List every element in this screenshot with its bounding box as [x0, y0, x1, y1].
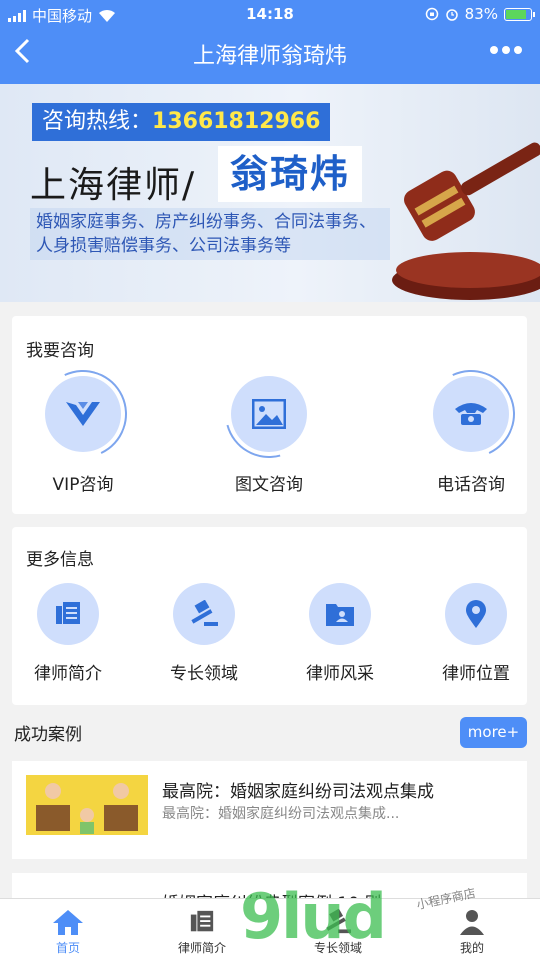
case-thumbnail: [26, 775, 148, 835]
lawyer-style-label: 律师风采: [306, 664, 374, 684]
lock-rotation-icon: [425, 7, 438, 21]
lawyer-intro-label: 律师简介: [34, 664, 102, 684]
banner-lawyer-name: 翁琦炜: [218, 146, 363, 202]
case-title: 最高院：婚姻家庭纠纷司法观点集成: [162, 782, 434, 802]
status-bar: 中国移动 14:18 83%: [0, 0, 540, 28]
vip-consult-button[interactable]: VIP咨询: [26, 357, 140, 495]
lawyer-location-button[interactable]: 律师位置: [426, 583, 526, 684]
top-bar: 中国移动 14:18 83% 上海律师翁琦炜: [0, 0, 540, 84]
more-info-card: 更多信息 律师简介 专长领域 律师风采 律师位置: [12, 527, 527, 705]
consult-card: 我要咨询 VIP咨询 图文咨询 电话咨询: [12, 316, 528, 514]
lawyer-location-label: 律师位置: [442, 664, 510, 684]
image-consult-label: 图文咨询: [235, 475, 303, 495]
tab-mine-label: 我的: [459, 941, 484, 955]
expertise-label: 专长领域: [170, 664, 238, 684]
cases-more-button[interactable]: more+: [460, 717, 527, 748]
expertise-button[interactable]: 专长领域: [154, 583, 254, 684]
alarm-icon: [445, 9, 458, 21]
case-summary: 最高院：婚姻家庭纠纷司法观点集成...: [162, 806, 400, 822]
cases-title: 成功案例: [14, 725, 82, 745]
tab-home[interactable]: 首页: [18, 905, 118, 956]
document-icon: [190, 910, 214, 932]
tab-mine[interactable]: 我的: [422, 905, 522, 956]
case-item[interactable]: 最高院：婚姻家庭纠纷司法观点集成 最高院：婚姻家庭纠纷司法观点集成...: [12, 761, 527, 859]
home-icon: [53, 910, 83, 935]
location-icon: [466, 600, 486, 628]
battery-icon: [504, 7, 535, 21]
hotline-label: 咨询热线：: [42, 109, 153, 134]
banner-carousel[interactable]: 咨询热线：13661812966 上海律师/ 翁琦炜 婚姻家庭事务、房产纠纷事务…: [0, 84, 540, 302]
hotline-badge: 咨询热线：13661812966: [32, 103, 331, 141]
page-title: 上海律师翁琦炜: [192, 44, 347, 69]
lawyer-style-button[interactable]: 律师风采: [290, 583, 390, 684]
watermark-logo: 9lud: [240, 880, 387, 953]
more-info-title: 更多信息: [26, 550, 94, 570]
vip-consult-label: VIP咨询: [52, 475, 114, 495]
battery-text: 83%: [464, 5, 498, 23]
hotline-number: 13661812966: [152, 109, 321, 134]
tab-lawyer-intro-label: 律师简介: [177, 941, 226, 955]
tab-lawyer-intro[interactable]: 律师简介: [152, 905, 252, 956]
gavel-illustration: [392, 142, 540, 300]
more-menu-button[interactable]: [490, 46, 522, 54]
banner-description: 婚姻家庭事务、房产纠纷事务、合同法事务、人身损害赔偿事务、公司法事务等: [30, 208, 390, 260]
phone-consult-button[interactable]: 电话咨询: [414, 357, 528, 495]
tab-home-label: 首页: [55, 941, 80, 955]
gavel-icon: [191, 600, 218, 626]
banner-title: 上海律师/: [30, 165, 197, 206]
phone-consult-label: 电话咨询: [437, 475, 505, 495]
folder-person-icon: [326, 604, 354, 626]
image-consult-button[interactable]: 图文咨询: [208, 353, 330, 495]
consult-title: 我要咨询: [26, 341, 94, 361]
lawyer-intro-button[interactable]: 律师简介: [18, 583, 118, 684]
document-icon: [56, 602, 80, 624]
person-icon: [460, 910, 484, 935]
